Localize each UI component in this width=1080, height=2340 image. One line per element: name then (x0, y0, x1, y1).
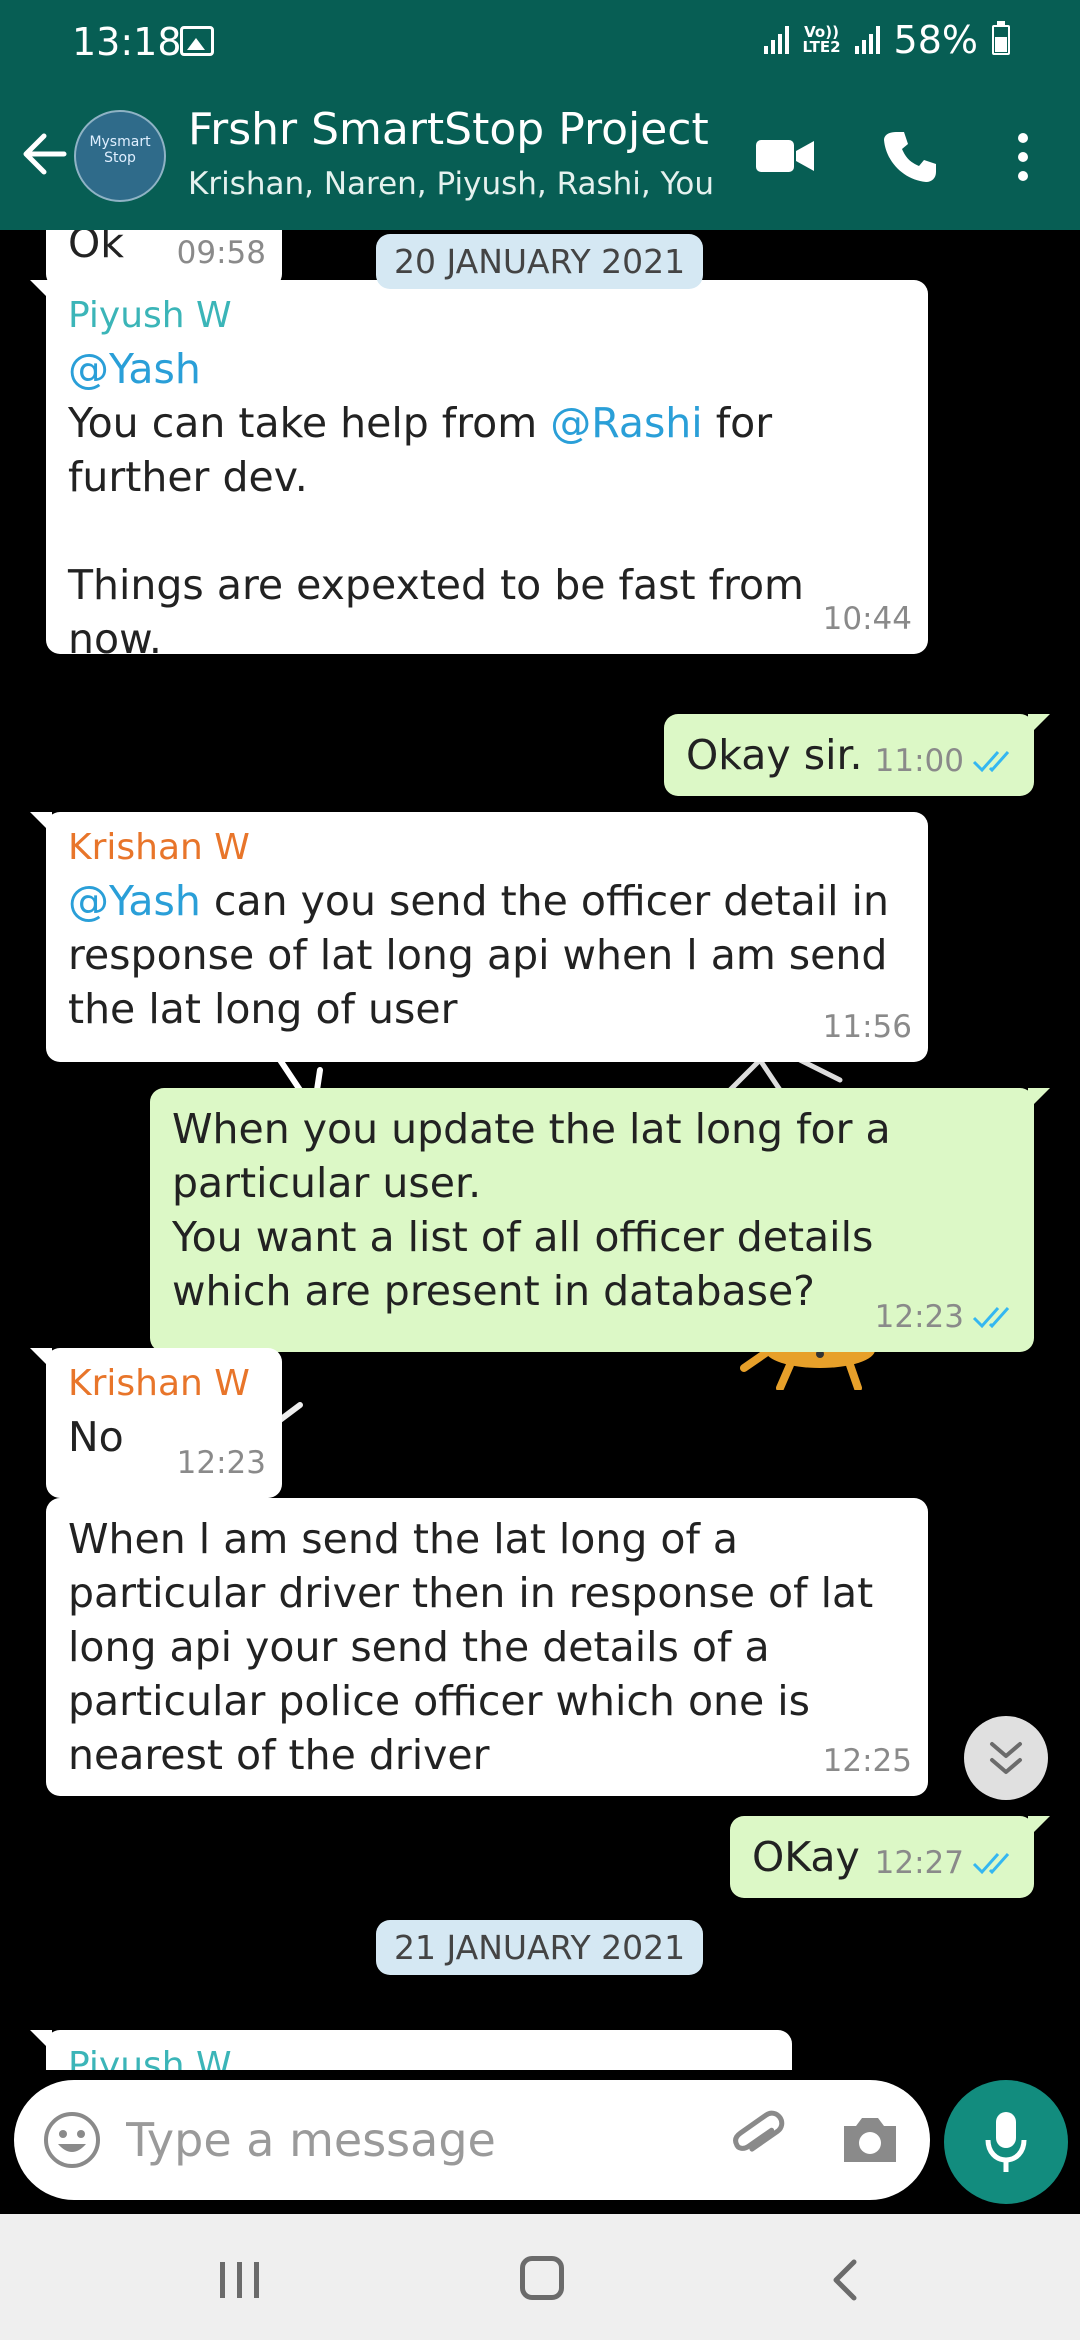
attachment-icon[interactable] (726, 2106, 790, 2170)
message-text: When l am send the lat long of a (68, 1515, 739, 1563)
emoji-icon[interactable] (42, 2110, 102, 2170)
message-text: You want a list of all officer details (172, 1213, 874, 1261)
message-composer (14, 2080, 930, 2200)
message-text: nearest of the driver (68, 1731, 490, 1779)
message-time: 09:58 (176, 235, 266, 271)
message-text: Okay sir. (686, 731, 863, 779)
group-members[interactable]: Krishan, Naren, Piyush, Rashi, You (188, 166, 714, 202)
message-text: Ok (68, 230, 125, 267)
signal-strength-2-icon (854, 26, 880, 54)
system-back-icon[interactable] (826, 2258, 862, 2302)
read-receipt-icon (972, 1853, 1010, 1875)
incoming-message[interactable]: When l am send the lat long of a particu… (46, 1498, 928, 1796)
volte-indicator: Vo)) LTE2 (802, 23, 841, 56)
status-time: 13:18 (72, 20, 182, 64)
gallery-notification-icon (180, 26, 214, 56)
status-bar: 13:18 Vo)) LTE2 58% (0, 0, 1080, 84)
read-receipt-icon (972, 751, 1010, 773)
message-text: further dev. (68, 453, 308, 501)
chat-header: Mysmart Stop Frshr SmartStop Project Kri… (0, 84, 1080, 230)
status-indicators: Vo)) LTE2 58% (763, 18, 1010, 62)
incoming-message[interactable]: Krishan W @Yash can you send the officer… (30, 812, 928, 1062)
message-text: particular driver then in response of la… (68, 1569, 874, 1617)
message-bubble-cut-bottom[interactable]: Piyush W (30, 2030, 792, 2070)
message-text: response of lat long api when l am send (68, 931, 888, 979)
mention-link[interactable]: @Yash (68, 877, 201, 925)
sender-name[interactable]: Krishan W (68, 1362, 260, 1406)
message-text: particular police officer which one is (68, 1677, 811, 1725)
message-text: can you send the officer detail in (200, 877, 889, 925)
avatar-text: Mysmart Stop (89, 134, 151, 166)
message-text: for (702, 399, 773, 447)
incoming-message[interactable]: Krishan W No 12:23 (30, 1348, 282, 1498)
more-options-icon[interactable] (1010, 130, 1036, 184)
group-avatar[interactable]: Mysmart Stop (74, 110, 166, 202)
message-text: Things are expexted to be fast from now. (68, 561, 804, 663)
message-meta: 11:00 (875, 734, 1018, 788)
mention-link[interactable]: @Rashi (550, 399, 702, 447)
microphone-icon (985, 2112, 1027, 2172)
sender-name[interactable]: Piyush W (68, 294, 906, 338)
home-icon[interactable] (520, 2256, 564, 2300)
outgoing-message[interactable]: OKay 12:27 (730, 1816, 1050, 1898)
recent-apps-icon[interactable] (218, 2260, 262, 2300)
message-time: 12:27 (874, 1845, 964, 1881)
message-time: 10:44 (822, 601, 912, 637)
message-time: 12:23 (176, 1445, 266, 1481)
back-arrow-icon[interactable] (20, 124, 70, 184)
message-text: particular user. (172, 1159, 482, 1207)
voice-call-icon[interactable] (882, 128, 938, 184)
message-text: You can take help from (68, 399, 551, 447)
signal-strength-icon (763, 26, 789, 54)
message-text: long api your send the details of a (68, 1623, 770, 1671)
outgoing-message[interactable]: Okay sir. 11:00 (664, 714, 1050, 796)
group-title[interactable]: Frshr SmartStop Project (188, 104, 709, 155)
sender-name[interactable]: Krishan W (68, 826, 906, 870)
double-chevron-down-icon (990, 1742, 1022, 1774)
voice-record-button[interactable] (944, 2080, 1068, 2204)
message-text: the lat long of user (68, 985, 458, 1033)
message-time: 11:56 (822, 1009, 912, 1045)
mention-link[interactable]: @Yash (68, 345, 201, 393)
scroll-to-bottom-button[interactable] (964, 1716, 1048, 1800)
system-navigation-bar (0, 2214, 1080, 2340)
battery-icon (992, 21, 1010, 55)
message-meta: 12:27 (875, 1836, 1018, 1890)
date-separator: 21 JANUARY 2021 (376, 1920, 704, 1975)
message-meta: 12:23 (875, 1290, 1018, 1344)
outgoing-message[interactable]: When you update the lat long for a parti… (150, 1088, 1050, 1352)
message-time: 11:00 (874, 743, 964, 779)
read-receipt-icon (972, 1307, 1010, 1329)
message-text: When you update the lat long for a (172, 1105, 891, 1153)
incoming-message[interactable]: Piyush W @Yash You can take help from @R… (30, 280, 928, 663)
message-list[interactable]: Ok 09:58 Piyush W @Yash You can take hel… (0, 230, 1080, 2070)
message-time: 12:23 (874, 1299, 964, 1335)
sender-name[interactable]: Piyush W (68, 2044, 770, 2070)
battery-percentage: 58% (893, 18, 978, 62)
message-input[interactable] (126, 2102, 686, 2178)
message-time: 12:25 (822, 1743, 912, 1779)
message-text: OKay (752, 1833, 860, 1881)
camera-icon[interactable] (840, 2112, 900, 2166)
video-call-icon[interactable] (756, 136, 814, 176)
date-separator: 20 JANUARY 2021 (376, 234, 704, 289)
